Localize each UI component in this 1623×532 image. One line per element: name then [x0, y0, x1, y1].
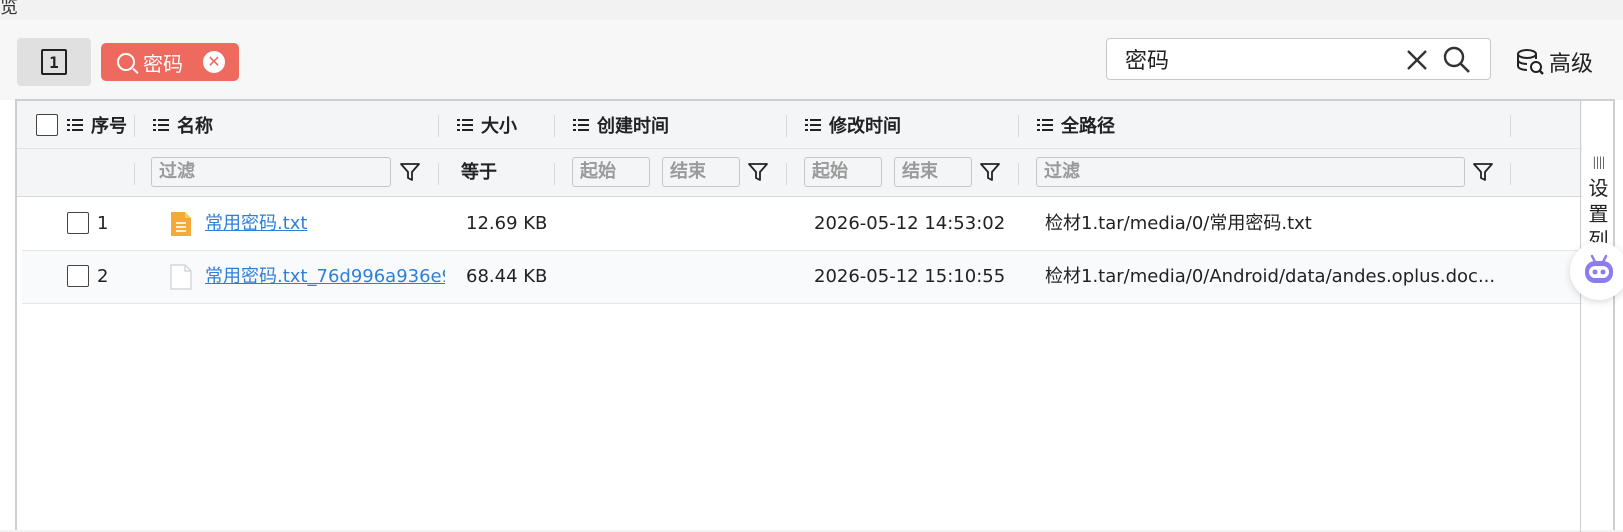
- column-menu-icon: [153, 118, 169, 132]
- select-all-checkbox[interactable]: [36, 114, 58, 136]
- created-end-input[interactable]: 结束: [662, 157, 740, 187]
- select-all-cell: [36, 101, 58, 149]
- search-icon[interactable]: [1442, 45, 1472, 75]
- clear-search-icon[interactable]: [1402, 45, 1432, 75]
- remove-tag-icon[interactable]: ✕: [203, 51, 225, 73]
- advanced-search-button[interactable]: 高级: [1515, 46, 1593, 78]
- full-path: 检材1.tar/media/0/常用密码.txt: [1045, 213, 1312, 234]
- modified-end-input[interactable]: 结束: [894, 157, 972, 187]
- view-icon: 1: [41, 49, 67, 75]
- created-start-input[interactable]: 起始: [572, 157, 650, 187]
- name-filter-input[interactable]: 过滤: [151, 157, 391, 187]
- assistant-bot-button[interactable]: [1570, 242, 1623, 300]
- row-checkbox[interactable]: [67, 212, 89, 234]
- column-header-index[interactable]: 序号: [67, 101, 127, 149]
- column-settings-button[interactable]: |||| 设 置 列: [1582, 149, 1615, 253]
- filter-icon[interactable]: [1472, 161, 1494, 183]
- robot-icon: [1585, 254, 1613, 283]
- search-filter-tag[interactable]: 密码 ✕: [101, 43, 239, 81]
- filter-icon[interactable]: [979, 161, 1001, 183]
- blank-file-icon: [169, 251, 193, 303]
- column-header-fullpath[interactable]: 全路径: [1037, 101, 1115, 149]
- file-size: 12.69 KB: [466, 213, 548, 234]
- column-header-created[interactable]: 创建时间: [573, 101, 669, 149]
- file-size: 68.44 KB: [466, 266, 548, 287]
- column-menu-icon: [67, 118, 83, 132]
- table-row[interactable]: 2 常用密码.txt_76d996a936e9 68.44 KB 2026-05…: [22, 251, 1582, 304]
- row-checkbox[interactable]: [67, 265, 89, 287]
- text-file-icon: [169, 198, 193, 250]
- search-box: [1106, 38, 1491, 80]
- column-menu-icon: [805, 118, 821, 132]
- column-menu-icon: [457, 118, 473, 132]
- page-breadcrumb: 览: [0, 0, 18, 18]
- filter-icon[interactable]: [399, 161, 421, 183]
- modified-time: 2026-05-12 14:53:02: [814, 213, 1006, 234]
- database-search-icon: [1517, 49, 1544, 75]
- column-menu-icon: [1037, 118, 1053, 132]
- column-header-name[interactable]: 名称: [153, 101, 213, 149]
- toolbar: 1 密码 ✕ 密码 高级: [0, 20, 1623, 100]
- filter-row: 过滤 等于 起始 结束 起始 结束 过滤: [17, 149, 1582, 197]
- modified-time: 2026-05-12 15:10:55: [814, 266, 1006, 287]
- size-operator-select[interactable]: 等于: [461, 149, 497, 197]
- column-header-modified[interactable]: 修改时间: [805, 101, 901, 149]
- search-input[interactable]: [1107, 39, 1387, 79]
- file-name-link[interactable]: 常用密码.txt: [205, 198, 445, 250]
- view-toggle-button[interactable]: 1: [17, 38, 91, 86]
- filter-icon[interactable]: [747, 161, 769, 183]
- column-menu-icon: [573, 118, 589, 132]
- file-table: 序号 名称 大小 创建时间 修改时间 全路径 过滤 等于 起始 结束 起始 结束…: [15, 99, 1615, 532]
- file-list-panel: 1 密码 ✕ 密码 高级 序号 名称 大小 创建时间 修改时间 全路径 过滤 等…: [0, 20, 1623, 532]
- advanced-label: 高级: [1549, 52, 1594, 77]
- row-index: 1: [97, 213, 109, 234]
- file-name-link[interactable]: 常用密码.txt_76d996a936e9: [205, 251, 445, 303]
- drag-grip-icon: ||||: [1592, 155, 1605, 169]
- search-tag-label: 密码: [143, 51, 183, 76]
- search-icon: [117, 53, 135, 71]
- path-filter-input[interactable]: 过滤: [1036, 157, 1465, 187]
- modified-start-input[interactable]: 起始: [804, 157, 882, 187]
- column-header-size[interactable]: 大小: [457, 101, 517, 149]
- table-header: 序号 名称 大小 创建时间 修改时间 全路径: [17, 101, 1582, 149]
- row-index: 2: [97, 266, 109, 287]
- table-row[interactable]: 1 常用密码.txt 12.69 KB 2026-05-12 14:53:02 …: [22, 198, 1582, 251]
- full-path: 检材1.tar/media/0/Android/data/andes.oplus…: [1045, 266, 1496, 287]
